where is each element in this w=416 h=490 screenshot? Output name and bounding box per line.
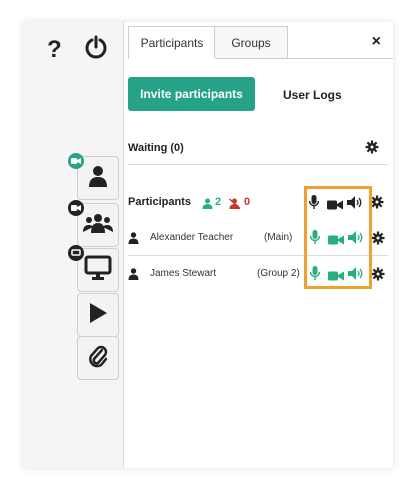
camera-badge-icon bbox=[68, 200, 84, 216]
users-icon bbox=[83, 212, 113, 239]
single-user-button[interactable] bbox=[68, 153, 119, 200]
paperclip-icon bbox=[88, 344, 108, 373]
tab-groups[interactable]: Groups bbox=[214, 26, 288, 58]
participant-group: (Main) bbox=[264, 232, 293, 243]
muted-user-icon bbox=[228, 196, 241, 214]
user-count-icon bbox=[202, 196, 213, 214]
play-icon bbox=[88, 302, 108, 329]
waiting-label: Waiting (0) bbox=[128, 142, 184, 154]
participants-gear-icon[interactable] bbox=[370, 195, 384, 214]
participant-avatar-icon bbox=[128, 231, 139, 249]
highlight-box bbox=[304, 186, 372, 289]
participant-avatar-icon bbox=[128, 267, 139, 285]
divider bbox=[128, 164, 388, 165]
play-button[interactable] bbox=[77, 293, 119, 337]
left-rail: ? bbox=[23, 22, 124, 468]
participant-gear-icon[interactable] bbox=[371, 231, 385, 250]
group-users-button[interactable] bbox=[68, 200, 119, 247]
participants-panel: Participants Groups × Invite participant… bbox=[123, 22, 393, 468]
user-icon bbox=[86, 164, 110, 193]
participant-name: Alexander Teacher bbox=[150, 232, 234, 243]
muted-count: 0 bbox=[244, 196, 251, 208]
app-panel: ? Participants Groups × Invite participa… bbox=[23, 22, 393, 468]
screen-badge-icon bbox=[68, 245, 84, 261]
participant-group: (Group 2) bbox=[257, 268, 300, 279]
help-icon[interactable]: ? bbox=[47, 36, 62, 64]
attachment-button[interactable] bbox=[77, 336, 119, 380]
screen-share-button[interactable] bbox=[68, 245, 119, 292]
participant-count: 2 bbox=[215, 196, 222, 208]
camera-badge-icon bbox=[68, 153, 84, 169]
power-icon[interactable] bbox=[83, 34, 109, 65]
user-logs-button[interactable]: User Logs bbox=[283, 88, 342, 102]
invite-participants-button[interactable]: Invite participants bbox=[128, 77, 255, 111]
participant-name: James Stewart bbox=[150, 268, 217, 279]
participant-gear-icon[interactable] bbox=[371, 267, 385, 286]
tab-bar: Participants Groups bbox=[128, 26, 393, 59]
tab-participants[interactable]: Participants bbox=[128, 26, 216, 59]
participants-heading: Participants bbox=[128, 196, 191, 208]
waiting-gear-icon[interactable] bbox=[365, 140, 379, 159]
close-icon[interactable]: × bbox=[372, 33, 381, 51]
monitor-icon bbox=[84, 255, 112, 286]
